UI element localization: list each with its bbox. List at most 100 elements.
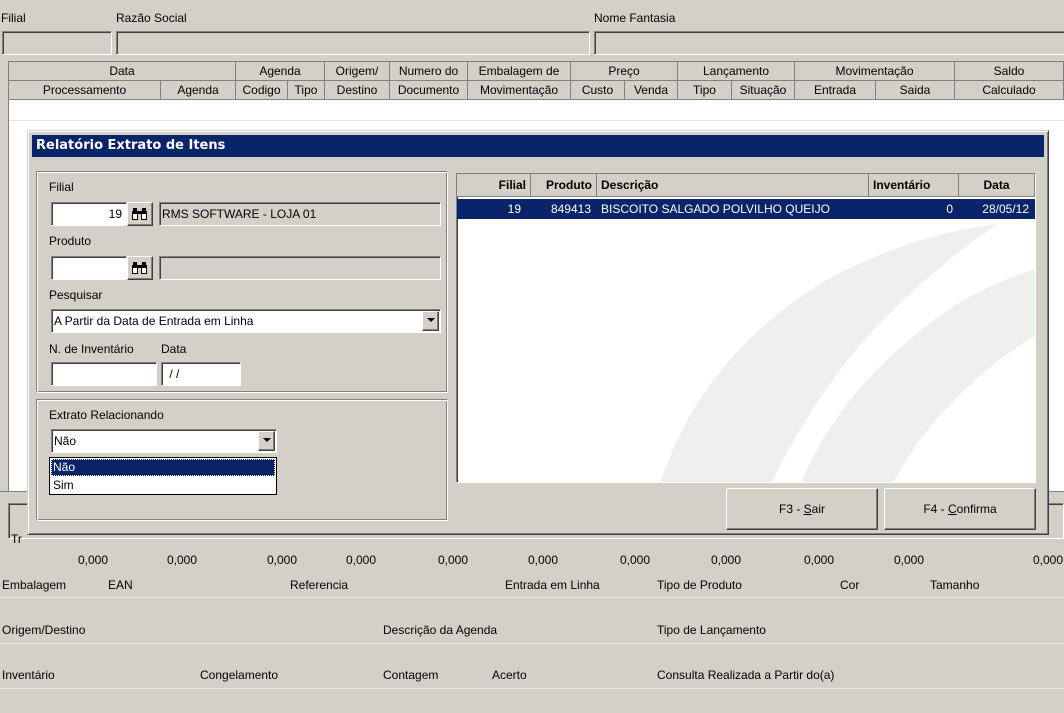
extrato-dropdown-button[interactable]	[258, 431, 275, 451]
sair-button[interactable]: F3 - Sair	[726, 488, 878, 530]
row-data: 28/05/12	[982, 202, 1029, 216]
dialog-title[interactable]: Relatório Extrato de Itens	[32, 135, 1044, 157]
info-row-3-labels: Inventário Congelamento Contagem Acerto …	[0, 666, 1064, 686]
sair-label-prefix: F3 -	[778, 502, 804, 516]
col-group-lancamento: Lançamento	[678, 62, 795, 81]
col-custo[interactable]: Custo	[571, 81, 625, 100]
col-situacao[interactable]: Situação	[732, 81, 795, 100]
ean-label: EAN	[108, 578, 133, 592]
col-processamento[interactable]: Processamento	[9, 81, 161, 100]
grid-row-line	[9, 120, 1064, 121]
col-documento[interactable]: Documento	[390, 81, 468, 100]
col-group-embalagem: Embalagem de	[468, 62, 571, 81]
total-value: 0,000	[345, 553, 376, 567]
option-nao[interactable]: Não	[51, 459, 275, 476]
produto-search-button[interactable]	[127, 256, 153, 280]
produto-name-field	[159, 256, 441, 280]
col-group-numero: Numero do	[390, 62, 468, 81]
dialog-produto-label: Produto	[49, 234, 92, 248]
n-inventario-label: N. de Inventário	[49, 342, 134, 356]
filial-field[interactable]	[2, 31, 112, 55]
total-value: 0,000	[1032, 553, 1063, 567]
confirma-label-prefix: F4 -	[923, 502, 948, 516]
filial-name-field: RMS SOFTWARE - LOJA 01	[159, 202, 441, 226]
congelamento-label: Congelamento	[200, 668, 279, 682]
filial-search-button[interactable]	[127, 202, 153, 226]
pesquisar-label: Pesquisar	[49, 288, 103, 302]
dialog-filial-input[interactable]: 19	[51, 202, 127, 226]
col-produto[interactable]: Produto	[531, 174, 597, 197]
col-inventario[interactable]: Inventário	[869, 174, 959, 197]
tamanho-label: Tamanho	[930, 578, 980, 592]
option-sim[interactable]: Sim	[51, 477, 275, 494]
confirma-button[interactable]: F4 - Confirma	[884, 488, 1036, 530]
row-descricao: BISCOITO SALGADO POLVILHO QUEIJO	[601, 202, 830, 216]
total-value: 0,000	[710, 553, 741, 567]
info-row-3-fields	[0, 688, 1064, 710]
dialog-produto-input[interactable]	[51, 256, 127, 280]
extrato-dropdown-list[interactable]: Não Sim	[49, 457, 277, 495]
extrato-value: Não	[54, 434, 77, 448]
col-filial[interactable]: Filial	[457, 174, 531, 197]
total-value: 0,000	[893, 553, 924, 567]
watermark-logo	[660, 224, 1035, 482]
sair-label-suffix: air	[811, 502, 826, 516]
col-movimentacao[interactable]: Movimentação	[468, 81, 571, 100]
col-codigo[interactable]: Codigo	[236, 81, 288, 100]
col-group-preco: Preço	[571, 62, 678, 81]
filial-name-text: RMS SOFTWARE - LOJA 01	[162, 207, 317, 221]
items-table[interactable]: Filial Produto Descrição Inventário Data…	[456, 173, 1036, 483]
total-value: 0,000	[437, 553, 468, 567]
totals-row: 0,000 0,000 0,000 0,000 0,000 0,000 0,00…	[0, 551, 1064, 570]
row-filial: 19	[507, 202, 521, 216]
total-value: 0,000	[527, 553, 558, 567]
col-group-data: Data	[9, 62, 236, 81]
total-value: 0,000	[166, 553, 197, 567]
col-calculado[interactable]: Calculado	[955, 81, 1064, 100]
col-agenda[interactable]: Agenda	[161, 81, 236, 100]
pesquisar-select[interactable]: A Partir da Data de Entrada em Linha	[51, 309, 441, 333]
filial-label: Filial	[1, 11, 26, 25]
contagem-label: Contagem	[383, 668, 439, 682]
total-value: 0,000	[266, 553, 297, 567]
col-group-movimentacao: Movimentação	[795, 62, 955, 81]
sair-hotkey: S	[803, 502, 812, 516]
razao-social-label: Razão Social	[116, 11, 187, 25]
tipo-produto-label: Tipo de Produto	[657, 578, 742, 592]
row-produto: 849413	[550, 202, 591, 216]
table-row[interactable]: 19 849413 BISCOITO SALGADO POLVILHO QUEI…	[457, 199, 1035, 219]
entrada-em-linha-label: Entrada em Linha	[505, 578, 600, 592]
n-inventario-input[interactable]	[51, 362, 157, 386]
col-lanc-tipo[interactable]: Tipo	[678, 81, 732, 100]
info-row-2-labels: Origem/Destino Descrição da Agenda Tipo …	[0, 621, 1064, 641]
data-input[interactable]: / /	[161, 362, 241, 386]
info-row-1-labels: Embalagem EAN Referencia Entrada em Linh…	[0, 576, 1064, 596]
inventario-label: Inventário	[2, 668, 55, 682]
nome-fantasia-field[interactable]	[594, 31, 1064, 55]
confirma-hotkey: C	[947, 502, 957, 516]
data-label: Data	[161, 342, 187, 356]
col-descricao[interactable]: Descrição	[597, 174, 869, 197]
embalagem-label: Embalagem	[2, 578, 67, 592]
nome-fantasia-label: Nome Fantasia	[594, 11, 676, 25]
binoculars-icon	[132, 262, 147, 274]
total-value: 0,000	[77, 553, 108, 567]
col-entrada[interactable]: Entrada	[795, 81, 876, 100]
pesquisar-dropdown-button[interactable]	[422, 311, 439, 331]
extrato-relacionando-label: Extrato Relacionando	[49, 408, 164, 422]
col-venda[interactable]: Venda	[625, 81, 678, 100]
col-tipo[interactable]: Tipo	[288, 81, 325, 100]
extrato-select[interactable]: Não	[51, 429, 277, 453]
totals-label: Tr	[11, 532, 22, 546]
grid-header: Data Agenda Origem/ Numero do Embalagem …	[9, 62, 1064, 100]
dialog-filial-label: Filial	[49, 180, 74, 194]
col-data[interactable]: Data	[959, 174, 1035, 197]
binoculars-icon	[132, 208, 147, 220]
cor-label: Cor	[840, 578, 860, 592]
col-destino[interactable]: Destino	[325, 81, 390, 100]
col-group-agenda: Agenda	[236, 62, 325, 81]
razao-social-field[interactable]	[116, 31, 590, 55]
col-saida[interactable]: Saida	[876, 81, 955, 100]
col-group-saldo: Saldo	[955, 62, 1064, 81]
info-row-1-fields	[0, 597, 1064, 617]
